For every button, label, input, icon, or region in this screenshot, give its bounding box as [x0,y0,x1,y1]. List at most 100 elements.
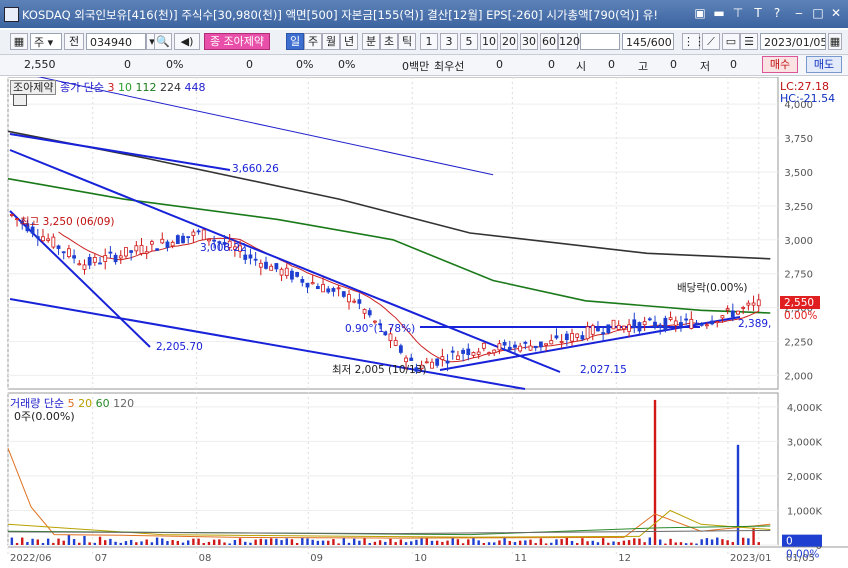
volume-bar [529,539,532,545]
volume-bar [560,539,563,545]
period-week[interactable]: 주 [304,33,322,50]
volume-bar [259,538,263,545]
volume-bar [482,542,486,545]
volume-bar [124,541,128,545]
stock-code-input[interactable]: 034940 [86,33,146,50]
interval-3[interactable]: 3 [440,33,458,50]
volume-bar [104,540,107,545]
volume-bar [513,542,517,545]
best-bid: 0 [548,58,555,71]
period-tick[interactable]: 틱 [398,33,416,50]
candle-body [756,299,761,307]
current-price: 2,550 [24,58,56,71]
volume-bar [264,539,268,545]
sell-button[interactable]: 매도 [806,56,842,73]
price-tick-label: 2,000 [784,371,813,382]
bar-count[interactable]: 145/600 [622,33,674,50]
close-icon[interactable]: ✕ [829,6,843,21]
candle-body [627,324,631,332]
period-day[interactable]: 일 [286,33,304,50]
candle-body [461,349,466,354]
period-second[interactable]: 초 [380,33,398,50]
chart-type-icon[interactable]: ▦ [10,33,28,50]
volume-bar [576,542,579,545]
candle-body [357,299,362,304]
candle-body [596,327,600,332]
volume-bar [378,540,382,545]
x-tick-label: 12 [618,553,631,564]
interval-5[interactable]: 5 [460,33,478,50]
change-pct: 0% [166,58,184,71]
search-icon[interactable]: 🔍 [154,33,172,50]
calendar-icon[interactable]: ▦ [828,33,842,50]
volume-bar [487,542,491,545]
save-icon[interactable]: ▭ [722,33,740,50]
candle-body [544,343,548,346]
candle-body [331,288,336,292]
legend-stock-name[interactable]: 조아제약 [10,80,57,95]
candle-body [751,302,756,306]
volume-bar [456,539,460,545]
volume-bar [10,537,14,545]
volume-bar [373,541,377,545]
candle-body [476,351,481,355]
custom-interval-input[interactable] [580,33,620,50]
stock-name-button[interactable]: 종 조아제약 [204,33,270,50]
interval-30[interactable]: 30 [520,33,538,50]
volume-bar [114,541,117,545]
period-year[interactable]: 년 [340,33,358,50]
pin-icon[interactable]: ⊤ [731,6,745,21]
open-value: 0 [608,58,615,71]
maximize-icon[interactable]: □ [811,6,825,21]
open-label: 시 [576,60,587,73]
period-minute[interactable]: 분 [362,33,380,50]
volume-bar [472,537,475,545]
candle-body [149,241,154,245]
candle-body [492,349,497,354]
volume-bar [741,537,745,545]
interval-120[interactable]: 120 [558,33,580,50]
candle-body [523,341,528,344]
volume-bar [31,538,34,545]
help-icon[interactable]: ? [770,6,784,21]
volume-bar [223,542,226,545]
candle-body [300,279,305,283]
price-volume-chart[interactable]: 4,0003,7503,5003,2503,0002,7502,5002,250… [0,77,848,568]
period-month[interactable]: 월 [322,33,340,50]
volume-bar [347,542,351,545]
interval-20[interactable]: 20 [500,33,518,50]
volume-bar [555,539,558,545]
draw-line-icon[interactable]: ⟋ [702,33,720,50]
minimize-icon[interactable]: ‒ [792,6,806,21]
date-input[interactable]: 2023/01/05 [760,33,826,50]
candle-body [15,218,19,221]
buy-button[interactable]: 매수 [762,56,798,73]
restore-icon[interactable]: ▣ [693,6,707,21]
volume-bar [145,539,148,545]
volume-bar [451,537,454,545]
settings-icon[interactable]: ☰ [740,33,758,50]
interval-1[interactable]: 1 [420,33,438,50]
font-T-icon[interactable]: T [751,6,765,21]
candle-body [362,309,367,314]
type-select[interactable]: 주 ▾ [30,33,62,50]
chart-config-icon[interactable]: ⋮⋮ [682,33,705,50]
minimize-bar-icon[interactable]: ▬ [712,6,726,21]
volume-bar [622,540,626,545]
candle-body [481,342,486,349]
chart-area[interactable]: 4,000 3,750 3,500 3,250 3,000 2,750 2,500 2,250… [0,77,848,568]
candle-body [539,341,543,348]
candle-body [720,315,725,319]
interval-60[interactable]: 60 [540,33,558,50]
sound-icon[interactable]: ◀) [174,33,200,50]
table-icon[interactable] [13,94,27,106]
candle-body [684,318,689,321]
candle-body [585,326,590,340]
prev-button[interactable]: 전 [64,33,84,50]
volume-bar [129,539,133,545]
interval-10[interactable]: 10 [480,33,498,50]
price-tick-label: 2,250 [784,338,813,349]
volume-bar [119,542,122,545]
volume-bar [435,540,439,545]
volume-bar [498,540,501,545]
